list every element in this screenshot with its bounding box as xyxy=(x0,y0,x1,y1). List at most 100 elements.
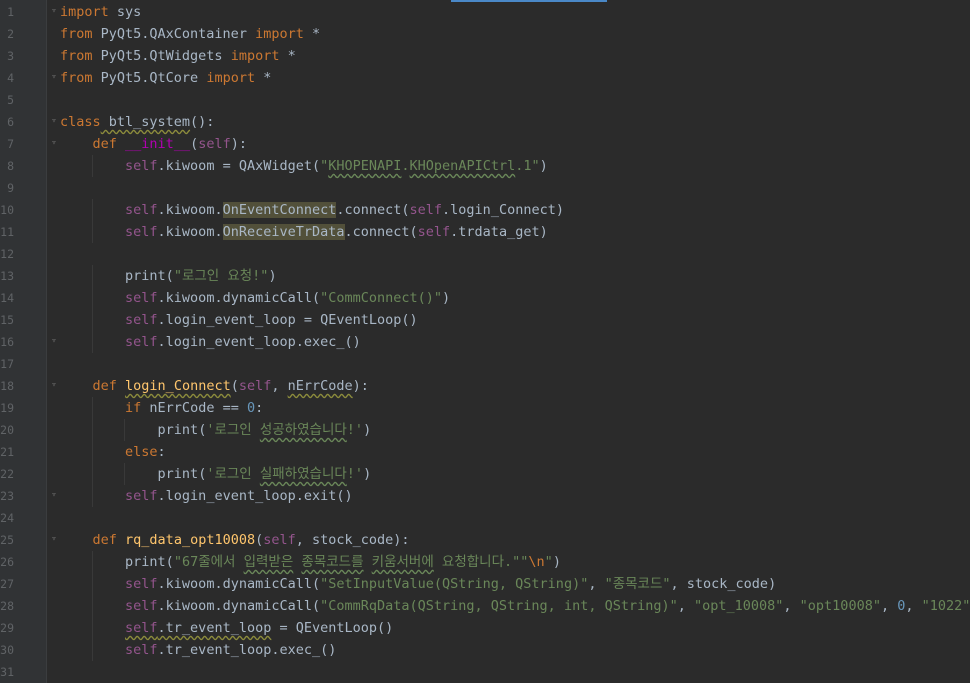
code-token: .login_event_loop = QEventLoop() xyxy=(157,312,418,328)
line-number: 29 xyxy=(0,621,14,635)
code-line[interactable]: 31 xyxy=(0,661,970,683)
fold-marker-icon[interactable]: ▿ xyxy=(50,491,58,500)
code-line[interactable]: 25 ▿ def rq_data_opt10008(self, stock_cod… xyxy=(0,529,970,551)
code-token: self xyxy=(125,598,158,614)
code-token: from xyxy=(60,70,93,86)
code-line[interactable]: 26 print("67줄에서 입력받은 종목코드를 키움서버에 요청합니다."… xyxy=(0,551,970,573)
code-line[interactable]: 28 self.kiwoom.dynamicCall("CommRqData(Q… xyxy=(0,595,970,617)
code-line[interactable]: 21 else: xyxy=(0,441,970,463)
code-line[interactable]: 23 ▿ self.login_event_loop.exit() xyxy=(0,485,970,507)
code-token: : xyxy=(255,400,264,416)
fold-marker-icon[interactable]: ▿ xyxy=(50,535,58,544)
code-text: self.kiwoom.dynamicCall("CommRqData(QStr… xyxy=(60,595,970,617)
line-number: 31 xyxy=(0,665,14,679)
code-line[interactable]: 5 xyxy=(0,89,970,111)
fold-marker-icon[interactable]: ▿ xyxy=(50,337,58,346)
fold-marker-icon[interactable]: ▿ xyxy=(50,7,58,16)
code-line[interactable]: 19 if nErrCode == 0: xyxy=(0,397,970,419)
code-token: ): xyxy=(230,136,247,152)
code-line[interactable]: 20 print('로그인 성공하였습니다!') xyxy=(0,419,970,441)
code-token: .login_event_loop.exec_() xyxy=(157,334,361,350)
code-token: "종목코드" xyxy=(604,576,671,592)
fold-marker-icon[interactable]: ▿ xyxy=(50,73,58,82)
code-token: "CommConnect()" xyxy=(320,290,443,306)
code-editor[interactable]: 1 ▿ import sys 2 from PyQt5.QAxContainer imp… xyxy=(0,0,970,683)
code-token: KHOPENAPI xyxy=(328,158,402,174)
code-line[interactable]: 8 self.kiwoom = QAxWidget("KHOPENAPI.KHO… xyxy=(0,155,970,177)
code-line[interactable]: 14 self.kiwoom.dynamicCall("CommConnect(… xyxy=(0,287,970,309)
code-line[interactable]: 18 ▿ def login_Connect(self, nErrCode): xyxy=(0,375,970,397)
code-token: "CommRqData(QString, QString, int, QStri… xyxy=(320,598,678,614)
line-number: 19 xyxy=(0,401,14,415)
code-line[interactable]: 29 self.tr_event_loop = QEventLoop() xyxy=(0,617,970,639)
code-token: .login_event_loop.exit() xyxy=(157,488,353,504)
code-token: ) xyxy=(442,290,451,306)
code-line[interactable]: 7 ▿ def __init__(self): xyxy=(0,133,970,155)
line-number: 27 xyxy=(0,577,14,591)
code-token: rq_data_opt10008 xyxy=(125,532,256,548)
code-line[interactable]: 4 ▿ from PyQt5.QtCore import * xyxy=(0,67,970,89)
code-token: import xyxy=(230,48,280,64)
code-line[interactable]: 30 self.tr_event_loop.exec_() xyxy=(0,639,970,661)
code-token: 실패하였습니다 xyxy=(259,466,347,482)
code-line[interactable]: 17 xyxy=(0,353,970,375)
code-token: self xyxy=(125,334,158,350)
code-token: . xyxy=(401,158,410,174)
code-text: else: xyxy=(60,441,166,463)
code-line[interactable]: 15 self.login_event_loop = QEventLoop() xyxy=(0,309,970,331)
code-token: , xyxy=(588,576,605,592)
code-text: self.tr_event_loop.exec_() xyxy=(60,639,336,661)
code-text: def login_Connect(self, nErrCode): xyxy=(60,375,369,397)
code-token: else xyxy=(125,444,158,460)
line-number: 26 xyxy=(0,555,14,569)
code-line[interactable]: 13 print("로그인 요청!") xyxy=(0,265,970,287)
fold-marker-icon[interactable]: ▿ xyxy=(50,381,58,390)
code-token: ( xyxy=(190,136,199,152)
fold-marker-icon[interactable]: ▿ xyxy=(50,117,58,126)
code-line[interactable]: 9 xyxy=(0,177,970,199)
code-line[interactable]: 6 ▿ class btl_system(): xyxy=(0,111,970,133)
code-text: self.login_event_loop.exit() xyxy=(60,485,353,507)
code-token: .connect( xyxy=(344,224,418,240)
code-token: "1022" xyxy=(921,598,970,614)
code-line[interactable]: 24 xyxy=(0,507,970,529)
code-token: '로그인 xyxy=(206,422,260,438)
code-text: self.tr_event_loop = QEventLoop() xyxy=(60,617,393,639)
code-token: self xyxy=(238,378,272,394)
code-line[interactable]: 3 from PyQt5.QtWidgets import * xyxy=(0,45,970,67)
line-number: 5 xyxy=(7,93,14,107)
line-number: 13 xyxy=(0,269,14,283)
code-text: print("로그인 요청!") xyxy=(60,265,277,287)
code-token: ) xyxy=(363,422,372,438)
code-token: from xyxy=(60,48,93,64)
code-token: * xyxy=(303,26,321,42)
line-number: 30 xyxy=(0,643,14,657)
line-number: 16 xyxy=(0,335,14,349)
code-token: .kiwoom. xyxy=(157,202,223,218)
code-line[interactable]: 27 self.kiwoom.dynamicCall("SetInputValu… xyxy=(0,573,970,595)
code-token: , stock_code): xyxy=(295,532,410,548)
code-line[interactable]: 16 ▿ self.login_event_loop.exec_() xyxy=(0,331,970,353)
code-token: 키움서버에 xyxy=(371,554,434,570)
code-line[interactable]: 11 self.kiwoom.OnReceiveTrData.connect(s… xyxy=(0,221,970,243)
code-token: .tr_event_loop.exec_() xyxy=(157,642,337,658)
code-token: !' xyxy=(346,466,364,482)
code-token: def xyxy=(92,136,117,152)
fold-marker-icon[interactable]: ▿ xyxy=(50,139,58,148)
code-line[interactable]: 10 self.kiwoom.OnEventConnect.connect(se… xyxy=(0,199,970,221)
code-line[interactable]: 1 ▿ import sys xyxy=(0,1,970,23)
code-token: .kiwoom. xyxy=(157,224,223,240)
line-number: 15 xyxy=(0,313,14,327)
code-token: ( xyxy=(165,554,174,570)
code-token: "67줄에서 xyxy=(173,554,244,570)
code-token: btl_system xyxy=(100,114,191,130)
code-line[interactable]: 12 xyxy=(0,243,970,265)
code-token: OnReceiveTrData xyxy=(222,224,345,240)
code-line[interactable]: 2 from PyQt5.QAxContainer import * xyxy=(0,23,970,45)
code-line[interactable]: 22 print('로그인 실패하였습니다!') xyxy=(0,463,970,485)
code-token: " xyxy=(544,554,553,570)
